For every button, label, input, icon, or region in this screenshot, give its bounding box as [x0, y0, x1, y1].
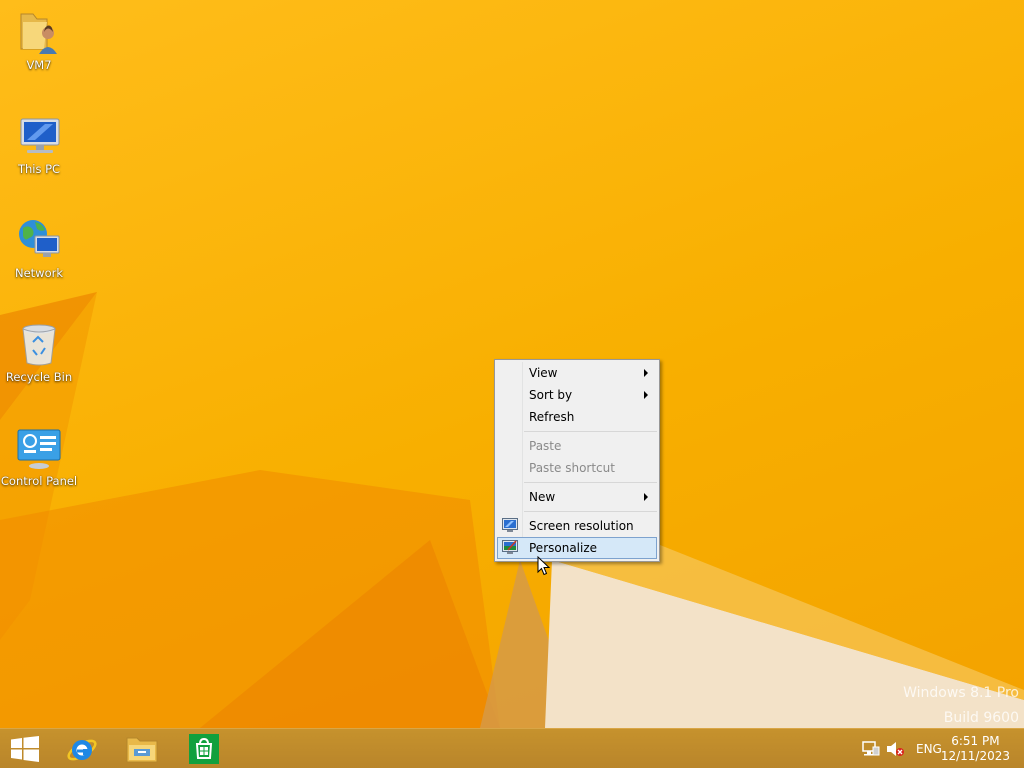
desktop-icon-label: This PC	[17, 162, 61, 176]
network-status-icon[interactable]	[862, 741, 880, 757]
personalize-icon	[502, 540, 518, 554]
menu-item-paste-shortcut[interactable]: Paste shortcut	[497, 457, 657, 479]
windows-edition-watermark: Windows 8.1 Pro	[903, 685, 1019, 701]
menu-item-label: Screen resolution	[529, 519, 634, 533]
desktop-icon-network[interactable]: Network	[0, 216, 78, 280]
display-icon	[502, 518, 518, 532]
menu-separator	[524, 431, 657, 432]
submenu-arrow-icon	[644, 391, 648, 399]
clock-date: 12/11/2023	[940, 749, 1010, 763]
desktop-icon-this-pc[interactable]: This PC	[0, 112, 78, 176]
desktop-icon-label: Recycle Bin	[5, 370, 73, 384]
file-explorer-button[interactable]	[113, 729, 171, 768]
menu-item-label: Paste shortcut	[529, 461, 615, 475]
menu-item-label: View	[529, 366, 558, 380]
menu-item-personalize[interactable]: Personalize	[497, 537, 657, 559]
menu-item-label: Sort by	[529, 388, 573, 402]
menu-item-new[interactable]: New	[497, 486, 657, 508]
user-folder-icon	[20, 13, 57, 54]
taskbar: ENG 6:51 PM 12/11/2023	[0, 728, 1024, 768]
start-button[interactable]	[0, 729, 58, 768]
menu-item-label: New	[529, 490, 556, 504]
clock[interactable]: 6:51 PM 12/11/2023	[941, 734, 1010, 764]
network-icon	[19, 220, 60, 257]
desktop-icon-recycle-bin[interactable]: Recycle Bin	[0, 320, 78, 384]
menu-item-refresh[interactable]: Refresh	[497, 406, 657, 428]
menu-item-screen-resolution[interactable]: Screen resolution	[497, 515, 657, 537]
menu-item-view[interactable]: View	[497, 362, 657, 384]
desktop-context-menu: View Sort by Refresh Paste Paste shortcu…	[494, 359, 660, 562]
recycle-bin-icon	[22, 324, 56, 366]
clock-time: 6:51 PM	[951, 734, 1000, 748]
control-panel-icon	[17, 429, 61, 469]
volume-muted-icon[interactable]	[886, 741, 904, 757]
computer-icon	[20, 118, 60, 153]
desktop-icon-label: Control Panel	[0, 474, 78, 488]
menu-separator	[524, 482, 657, 483]
menu-item-sort-by[interactable]: Sort by	[497, 384, 657, 406]
menu-item-label: Refresh	[529, 410, 575, 424]
menu-item-label: Paste	[529, 439, 562, 453]
internet-explorer-button[interactable]	[52, 729, 110, 768]
submenu-arrow-icon	[644, 493, 648, 501]
menu-item-paste[interactable]: Paste	[497, 435, 657, 457]
desktop[interactable]: VM7 This PC Network Recycle Bin Control …	[0, 0, 1024, 728]
language-indicator[interactable]: ENG	[916, 742, 942, 756]
desktop-icon-label: VM7	[26, 58, 52, 72]
menu-item-label: Personalize	[529, 541, 598, 555]
windows-logo-icon	[11, 736, 39, 762]
build-number-watermark: Build 9600	[943, 710, 1019, 726]
desktop-icon-control-panel[interactable]: Control Panel	[0, 424, 78, 488]
file-explorer-icon	[126, 737, 158, 763]
menu-separator	[524, 511, 657, 512]
store-icon	[189, 734, 219, 764]
desktop-icon-label: Network	[14, 266, 64, 280]
mouse-cursor-icon	[537, 556, 551, 576]
store-button[interactable]	[174, 729, 232, 768]
submenu-arrow-icon	[644, 369, 648, 377]
internet-explorer-icon	[67, 739, 97, 761]
desktop-icon-vm7[interactable]: VM7	[0, 8, 78, 72]
